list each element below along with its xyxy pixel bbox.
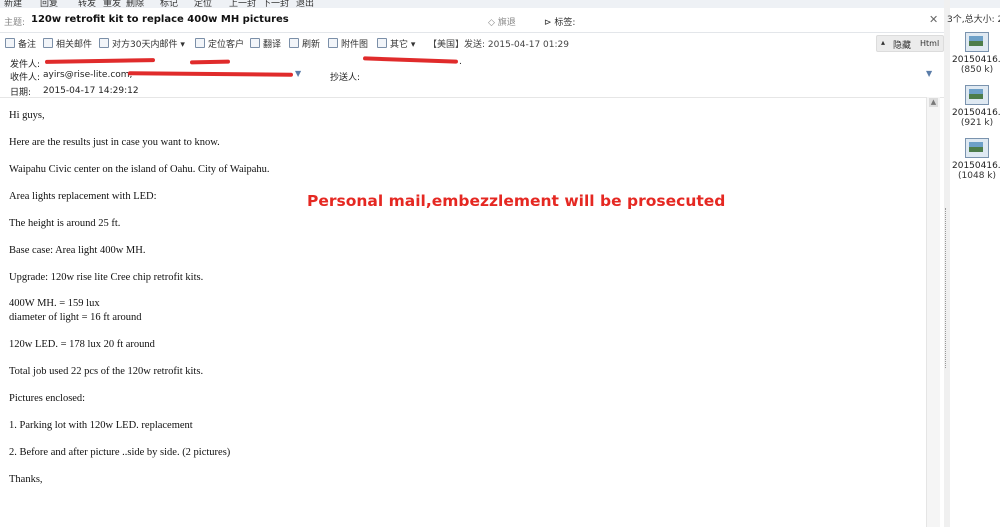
- attachment-name: 20150416...: [952, 161, 1000, 171]
- body-line: Total job used 22 pcs of the 120w retrof…: [9, 366, 204, 377]
- tag-label: 标签:: [554, 18, 576, 28]
- related-mail-button[interactable]: 相关邮件: [43, 37, 92, 50]
- menu-mark[interactable]: 标记: [160, 0, 178, 8]
- note-label: 备注: [18, 40, 37, 50]
- body-line: Pictures enclosed:: [9, 393, 86, 404]
- body-line: 2. Before and after picture ..side by si…: [9, 447, 231, 458]
- body-line: Upgrade: 120w rise lite Cree chip retrof…: [9, 272, 204, 283]
- redaction-from-3: [362, 56, 459, 64]
- scroll-up-icon[interactable]: ▲: [929, 98, 938, 107]
- menu-forward[interactable]: 转发: [78, 0, 96, 8]
- menu-new[interactable]: 新建: [4, 0, 22, 8]
- refresh-icon: [289, 38, 299, 48]
- attachment-image-label: 附件图: [341, 40, 369, 50]
- to-value: ayirs@rise-lite.com,: [43, 70, 133, 80]
- redaction-to: [127, 71, 294, 77]
- mail-icon: [99, 38, 109, 48]
- header-expand-icon[interactable]: ▼: [926, 69, 932, 78]
- body-line: Area lights replacement with LED:: [9, 191, 157, 202]
- body-line: Thanks,: [9, 474, 43, 485]
- image-thumbnail-icon: [965, 138, 989, 158]
- related-mail-label: 相关邮件: [56, 40, 93, 50]
- subject-text: 120w retrofit kit to replace 400w MH pic…: [31, 14, 289, 25]
- hide-label: 隐藏: [893, 41, 912, 51]
- menu-reply[interactable]: 回复: [40, 0, 58, 8]
- redaction-from-1: [44, 58, 156, 64]
- note-icon: [5, 38, 15, 48]
- chevron-down-icon[interactable]: ▾: [411, 40, 416, 50]
- attachment-count: 3个,总大小: 2.: [947, 15, 1000, 25]
- image-thumbnail-icon: [965, 85, 989, 105]
- attachment-name: 20150416...: [952, 108, 1000, 118]
- person-icon: [195, 38, 205, 48]
- cc-label: 抄送人:: [330, 73, 361, 83]
- body-line: diameter of light = 16 ft around: [9, 312, 142, 323]
- subject-bar: 主题: 120w retrofit kit to replace 400w MH…: [0, 10, 944, 33]
- related-mail-icon: [43, 38, 53, 48]
- translate-button[interactable]: 翻译: [250, 37, 281, 50]
- other-icon: [377, 38, 387, 48]
- close-icon[interactable]: ✕: [929, 13, 938, 26]
- watermark-text: Personal mail,embezzlement will be prose…: [307, 192, 726, 210]
- attachment-item[interactable]: 20150416... (850 k): [952, 32, 1000, 75]
- refresh-button[interactable]: 刷新: [289, 37, 320, 50]
- attachment-size: (850 k): [960, 65, 994, 75]
- image-thumbnail-icon: [965, 32, 989, 52]
- menu-exit[interactable]: 退出: [296, 0, 314, 8]
- date-value: 2015-04-17 14:29:12: [43, 86, 139, 96]
- menu-resend[interactable]: 重发: [103, 0, 121, 8]
- redaction-from-2: [189, 59, 231, 65]
- attachment-image-button[interactable]: 附件图: [328, 37, 368, 50]
- flag-label: 旗退: [497, 18, 516, 28]
- other-label: 其它: [390, 40, 409, 50]
- hide-button[interactable]: 隐藏 Html ▴: [876, 35, 944, 52]
- html-toggle[interactable]: Html: [920, 39, 939, 48]
- attachment-panel: 3个,总大小: 2. 20150416... (850 k) 20150416.…: [947, 8, 1000, 527]
- sent-meta: 【美国】发送: 2015-04-17 01:29: [428, 40, 569, 50]
- menu-prev[interactable]: 上一封: [229, 0, 256, 8]
- menu-next[interactable]: 下一封: [262, 0, 289, 8]
- translate-label: 翻译: [263, 40, 282, 50]
- recent-30-days-button[interactable]: 对方30天内邮件 ▾: [99, 37, 185, 50]
- splitter-grip[interactable]: [945, 208, 948, 368]
- to-expand-icon[interactable]: ▼: [295, 69, 301, 78]
- menu-locate[interactable]: 定位: [194, 0, 212, 8]
- body-line: 400W MH. = 159 lux: [9, 298, 100, 309]
- image-icon: [328, 38, 338, 48]
- attachment-item[interactable]: 20150416... (1048 k): [952, 138, 1000, 181]
- translate-icon: [250, 38, 260, 48]
- subject-label: 主题:: [4, 18, 26, 28]
- body-line: Waipahu Civic center on the island of Oa…: [9, 164, 270, 175]
- from-label: 发件人:: [10, 60, 41, 70]
- to-label: 收件人:: [10, 73, 41, 83]
- chevron-down-icon[interactable]: ▾: [180, 40, 185, 50]
- body-line: 1. Parking lot with 120w LED. replacemen…: [9, 420, 193, 431]
- mail-toolbar: 备注 相关邮件 对方30天内邮件 ▾ 定位客户 翻译 刷新 附件图 其它 ▾ 【…: [0, 34, 944, 52]
- body-line: 120w LED. = 178 lux 20 ft around: [9, 339, 155, 350]
- top-menu-bar: 新建 回复 转发 重发 删除 标记 定位 上一封 下一封 退出: [0, 0, 1000, 8]
- menu-delete[interactable]: 删除: [126, 0, 144, 8]
- attachment-name: 20150416...: [952, 55, 1000, 65]
- body-line: The height is around 25 ft.: [9, 218, 121, 229]
- locate-customer-button[interactable]: 定位客户: [195, 37, 244, 50]
- collapse-icon: ▴: [881, 38, 886, 47]
- body-line: Here are the results just in case you wa…: [9, 137, 220, 148]
- tag-icon: ⊳: [544, 18, 555, 28]
- body-line: Base case: Area light 400w MH.: [9, 245, 146, 256]
- note-button[interactable]: 备注: [5, 37, 36, 50]
- flag-button[interactable]: ◇ 旗退: [488, 15, 516, 28]
- header-divider: [0, 97, 944, 98]
- mail-scrollbar[interactable]: ▲: [926, 97, 940, 527]
- attachment-item[interactable]: 20150416... (921 k): [952, 85, 1000, 128]
- attachment-size: (921 k): [960, 118, 994, 128]
- tag-field[interactable]: ⊳ 标签:: [544, 15, 575, 28]
- from-end-dot: .: [459, 57, 462, 67]
- refresh-label: 刷新: [302, 40, 321, 50]
- locate-customer-label: 定位客户: [208, 40, 245, 50]
- attachment-size: (1048 k): [958, 171, 996, 181]
- other-button[interactable]: 其它 ▾: [377, 37, 415, 50]
- recent-30-days-label: 对方30天内邮件: [112, 40, 178, 50]
- body-line: Hi guys,: [9, 110, 45, 121]
